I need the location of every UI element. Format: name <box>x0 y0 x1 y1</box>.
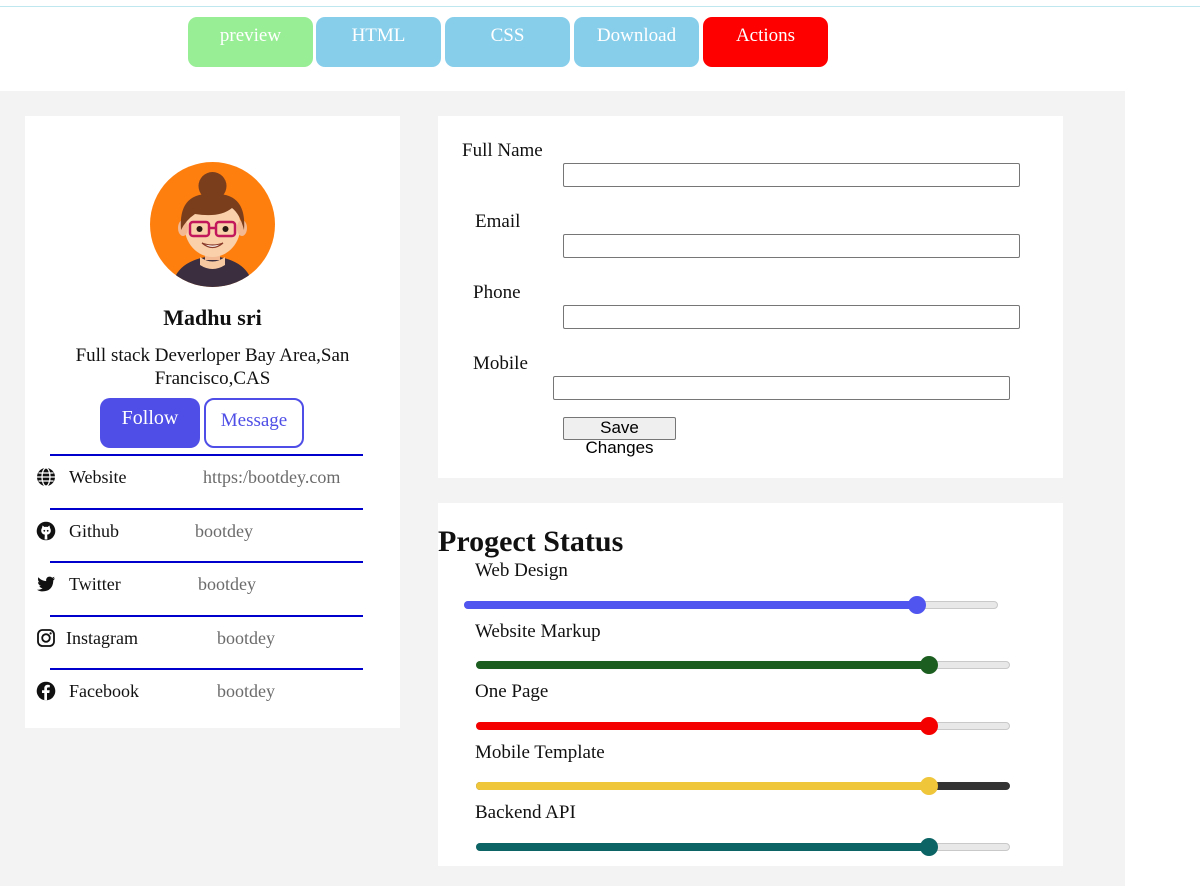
social-links-list: Website https:/bootdey.com Github bootde… <box>25 454 400 722</box>
profile-name: Madhu sri <box>163 305 262 330</box>
social-value-instagram[interactable]: bootdey <box>217 628 275 649</box>
project-status-title: Progect Status <box>438 525 624 558</box>
status-label: Mobile Template <box>475 742 605 763</box>
mobile-input[interactable] <box>553 376 1010 400</box>
status-slider-thumb[interactable] <box>920 777 939 795</box>
css-button[interactable]: CSS <box>445 17 570 67</box>
status-label: Web Design <box>475 560 568 581</box>
social-value-twitter[interactable]: bootdey <box>198 574 256 595</box>
status-slider-fill <box>476 722 929 730</box>
account-form-card: Full Name Email Phone Mobile Save Change… <box>438 116 1063 478</box>
twitter-icon <box>37 576 55 592</box>
status-slider[interactable] <box>476 777 1010 795</box>
message-button[interactable]: Message <box>204 398 304 448</box>
social-value-github[interactable]: bootdey <box>195 521 253 542</box>
social-label-instagram: Instagram <box>66 627 138 648</box>
actions-button[interactable]: Actions <box>703 17 828 67</box>
status-slider[interactable] <box>464 596 998 614</box>
mobile-label: Mobile <box>473 353 528 374</box>
social-row-twitter[interactable]: Twitter bootdey <box>37 561 363 615</box>
status-slider-thumb[interactable] <box>920 717 939 735</box>
social-row-instagram[interactable]: Instagram bootdey <box>37 614 363 669</box>
status-slider[interactable] <box>476 717 1010 735</box>
social-label-twitter: Twitter <box>69 574 121 594</box>
phone-label: Phone <box>473 282 521 303</box>
instagram-icon <box>37 628 55 647</box>
download-button[interactable]: Download <box>574 17 699 67</box>
status-slider-thumb[interactable] <box>920 656 939 674</box>
social-row-website[interactable]: Website https:/bootdey.com <box>37 454 363 508</box>
html-button[interactable]: HTML <box>316 17 441 67</box>
social-value-facebook[interactable]: bootdey <box>217 681 275 702</box>
project-status-card: Progect Status Web Design Website Markup… <box>438 503 1063 866</box>
facebook-icon <box>36 681 56 701</box>
status-label: One Page <box>475 681 549 702</box>
profile-bio: Full stack Deverloper Bay Area,San Franc… <box>75 345 350 389</box>
preview-button[interactable]: preview <box>188 17 313 67</box>
status-slider-fill <box>476 782 929 790</box>
status-slider[interactable] <box>476 656 1010 674</box>
social-label-github: Github <box>69 520 120 541</box>
status-slider-thumb[interactable] <box>920 838 939 856</box>
email-input[interactable] <box>563 234 1020 258</box>
globe-icon <box>37 467 55 487</box>
status-slider-fill <box>476 843 929 851</box>
phone-input[interactable] <box>563 305 1020 329</box>
github-icon <box>36 521 56 540</box>
social-row-facebook[interactable]: Facebook bootdey <box>36 668 363 722</box>
save-changes-button[interactable]: Save Changes <box>563 417 676 457</box>
social-row-github[interactable]: Github bootdey <box>36 507 363 562</box>
profile-card: Madhu sri Full stack Deverloper Bay Area… <box>25 116 400 728</box>
full-name-input[interactable] <box>563 163 1020 187</box>
follow-button[interactable]: Follow <box>100 398 200 448</box>
avatar <box>150 162 275 287</box>
avatar-icon <box>150 162 275 287</box>
social-label-facebook: Facebook <box>69 681 139 701</box>
status-slider[interactable] <box>476 838 1010 856</box>
status-label: Website Markup <box>475 621 601 642</box>
status-slider-thumb[interactable] <box>908 596 927 614</box>
full-name-label: Full Name <box>462 140 543 161</box>
status-label: Backend API <box>475 802 576 823</box>
top-border-line <box>0 6 1200 7</box>
social-label-website: Website <box>69 467 127 487</box>
status-slider-fill <box>464 601 917 609</box>
email-label: Email <box>475 211 521 232</box>
status-slider-fill <box>476 661 929 669</box>
social-value-website[interactable]: https:/bootdey.com <box>203 467 340 488</box>
